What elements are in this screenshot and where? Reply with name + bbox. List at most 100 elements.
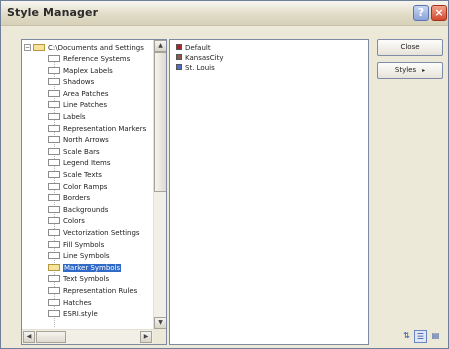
scroll-down-icon: ▼ xyxy=(158,319,163,326)
close-button-label: Close xyxy=(400,43,420,51)
tree-item[interactable]: Shadows xyxy=(48,77,94,88)
folder-icon xyxy=(48,182,60,190)
style-tree[interactable]: − C:\Documents and Settings Reference Sys… xyxy=(21,39,167,345)
tree-item[interactable]: Vectorization Settings xyxy=(48,228,140,239)
tree-item[interactable]: Colors xyxy=(48,216,85,227)
folder-icon xyxy=(33,44,45,51)
tree-root-node[interactable]: − C:\Documents and Settings xyxy=(24,43,144,54)
tree-item-label: Scale Texts xyxy=(63,171,102,179)
tree-item[interactable]: Backgrounds xyxy=(48,205,108,216)
folder-icon xyxy=(48,136,60,144)
folder-icon xyxy=(48,205,60,213)
style-file-icon xyxy=(176,64,182,70)
tree-item-label: Labels xyxy=(63,113,86,121)
folder-icon xyxy=(48,217,60,225)
style-list-item[interactable]: St. Louis xyxy=(176,63,215,73)
tree-item-label: Vectorization Settings xyxy=(63,229,140,237)
horizontal-scroll-thumb[interactable] xyxy=(36,331,66,343)
style-file-icon xyxy=(176,54,182,60)
styles-button-label: Styles xyxy=(394,66,417,74)
tree-item[interactable]: Scale Bars xyxy=(48,147,100,158)
style-list-item[interactable]: KansasCity xyxy=(176,53,224,63)
tree-item[interactable]: Representation Rules xyxy=(48,286,137,297)
tree-horizontal-scrollbar[interactable]: ◀ ▶ xyxy=(22,329,153,344)
tree-item[interactable]: Maplex Labels xyxy=(48,66,113,77)
style-file-icon xyxy=(176,44,182,50)
collapse-icon[interactable]: − xyxy=(24,44,31,51)
tree-item[interactable]: Color Ramps xyxy=(48,182,107,193)
tree-vertical-scrollbar[interactable]: ▲ ▼ xyxy=(153,40,166,329)
tree-item[interactable]: Hatches xyxy=(48,298,92,309)
tree-item[interactable]: Reference Systems xyxy=(48,54,130,65)
folder-icon xyxy=(48,124,60,132)
style-list-item[interactable]: Default xyxy=(176,43,211,53)
style-list[interactable]: Default KansasCity St. Louis xyxy=(169,39,369,345)
tree-item[interactable]: Representation Markers xyxy=(48,124,146,135)
tree-root-label: C:\Documents and Settings xyxy=(48,44,144,52)
style-manager-window: Style Manager ? × − C:\Documents and Sett… xyxy=(0,0,449,349)
folder-icon xyxy=(48,275,60,283)
folder-icon xyxy=(48,147,60,155)
folder-icon xyxy=(48,89,60,97)
tree-item[interactable]: Area Patches xyxy=(48,89,109,100)
style-list-item-label: St. Louis xyxy=(185,64,215,72)
folder-icon xyxy=(48,113,60,120)
help-icon: ? xyxy=(417,6,425,19)
sort-view-button[interactable]: ⇅ xyxy=(400,330,413,343)
scroll-thumb[interactable] xyxy=(154,52,166,192)
tree-item[interactable]: Marker Symbols xyxy=(48,263,122,274)
close-button[interactable]: Close xyxy=(377,39,443,56)
tree-item-label: Hatches xyxy=(63,298,92,307)
list-view-button[interactable]: ☰ xyxy=(414,330,427,343)
folder-icon xyxy=(48,101,60,109)
tree-item[interactable]: Line Symbols xyxy=(48,251,110,262)
title-bar[interactable]: Style Manager ? × xyxy=(1,1,448,26)
folder-icon xyxy=(48,252,60,260)
styles-button[interactable]: Styles ▸ xyxy=(377,62,443,79)
folder-icon xyxy=(48,229,60,236)
tree-item-label: Color Ramps xyxy=(63,182,108,191)
scroll-up-icon: ▲ xyxy=(158,42,163,49)
tree-item-label: Maplex Labels xyxy=(63,66,113,75)
folder-icon xyxy=(48,263,60,271)
help-button[interactable]: ? xyxy=(413,5,429,21)
tree-item[interactable]: Scale Texts xyxy=(48,170,102,181)
folder-icon xyxy=(48,78,60,86)
tree-item[interactable]: Fill Symbols xyxy=(48,240,104,251)
window-close-button[interactable]: × xyxy=(431,5,447,21)
tree-item-label: Shadows xyxy=(63,78,95,87)
scrollbar-corner xyxy=(153,329,166,344)
folder-icon xyxy=(48,171,60,178)
scroll-left-icon: ◀ xyxy=(26,333,32,340)
window-title: Style Manager xyxy=(7,6,99,19)
folder-icon xyxy=(48,66,60,74)
scroll-up-button[interactable]: ▲ xyxy=(154,40,166,52)
scroll-right-button[interactable]: ▶ xyxy=(140,331,152,343)
scroll-left-button[interactable]: ◀ xyxy=(23,331,35,343)
tree-item-label: Colors xyxy=(63,217,85,226)
tree-item[interactable]: North Arrows xyxy=(48,135,109,146)
folder-icon xyxy=(48,310,60,318)
tree-item-label: Line Patches xyxy=(63,101,107,110)
tree-item-label: Area Patches xyxy=(63,89,109,98)
tree-item[interactable]: Text Symbols xyxy=(48,274,109,285)
tree-item-label: Representation Rules xyxy=(63,287,138,295)
tree-item-label: Scale Bars xyxy=(63,147,100,156)
details-view-button[interactable]: ▤ xyxy=(429,330,442,343)
tree-item-label: North Arrows xyxy=(63,136,109,145)
details-icon: ▤ xyxy=(431,331,440,340)
tree-item[interactable]: Legend Items xyxy=(48,158,111,169)
scroll-down-button[interactable]: ▼ xyxy=(154,317,166,329)
list-icon: ☰ xyxy=(416,332,425,341)
tree-item-label: Borders xyxy=(63,194,91,203)
tree-item-label: Representation Markers xyxy=(63,124,147,133)
tree-item[interactable]: ESRI.style xyxy=(48,309,98,320)
tree-item[interactable]: Line Patches xyxy=(48,100,107,111)
style-tree-content: − C:\Documents and Settings Reference Sys… xyxy=(22,40,153,329)
folder-icon xyxy=(48,240,60,248)
sort-icon: ⇅ xyxy=(403,331,410,340)
folder-icon xyxy=(48,194,60,202)
scroll-right-icon: ▶ xyxy=(143,333,149,340)
tree-item[interactable]: Labels xyxy=(48,112,86,123)
tree-item[interactable]: Borders xyxy=(48,193,90,204)
